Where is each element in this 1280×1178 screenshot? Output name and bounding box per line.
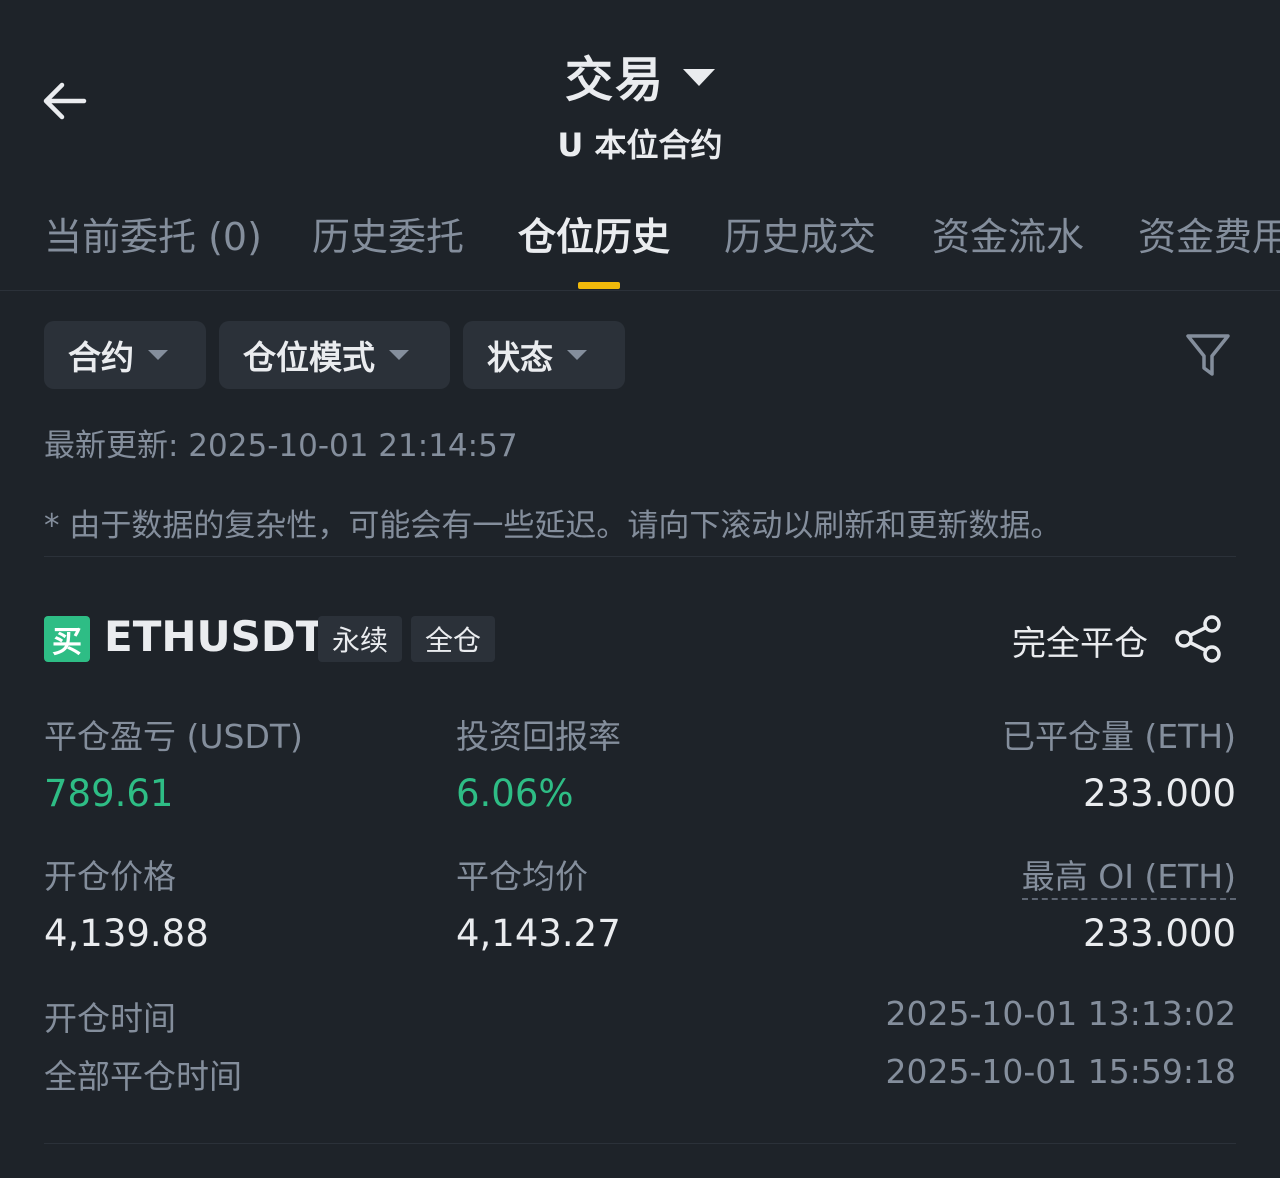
close-time-value: 2025-10-01 15:59:18 <box>885 1052 1236 1091</box>
max-open-interest-label[interactable]: 最高 OI (ETH) <box>1021 850 1236 900</box>
avg-close-price-value: 4,143.27 <box>456 912 621 955</box>
open-time-value: 2025-10-01 13:13:02 <box>885 994 1236 1033</box>
tab-bar: 当前委托 (0) 历史委托 仓位历史 历史成交 资金流水 资金费用 <box>0 196 1280 291</box>
data-delay-notice: * 由于数据的复杂性，可能会有一些延迟。请向下滚动以刷新和更新数据。 <box>44 508 1062 544</box>
roi-value: 6.06% <box>456 772 574 815</box>
margin-mode-tag: 全仓 <box>411 616 496 662</box>
symbol-name: ETHUSDT <box>104 612 325 661</box>
avg-close-price-label: 平仓均价 <box>456 857 588 896</box>
position-mode-filter-label: 仓位模式 <box>243 338 375 377</box>
tab-order-history[interactable]: 历史委托 <box>312 206 464 261</box>
filter-bar: 合约 仓位模式 状态 <box>0 321 1280 389</box>
title-dropdown[interactable]: 交易 <box>565 40 715 110</box>
status-filter-label: 状态 <box>487 338 553 377</box>
share-icon[interactable] <box>1172 612 1226 666</box>
contract-filter-dropdown[interactable]: 合约 <box>44 321 206 389</box>
close-time-label: 全部平仓时间 <box>44 1057 242 1096</box>
realized-pnl-label: 平仓盈亏 (USDT) <box>44 717 303 756</box>
page-title: 交易 <box>564 52 665 108</box>
roi-label: 投资回报率 <box>456 717 621 756</box>
entry-price-label: 开仓价格 <box>44 857 176 896</box>
realized-pnl-value: 789.61 <box>44 772 174 815</box>
page-subtitle: U 本位合约 <box>557 126 723 164</box>
caret-down-icon <box>567 350 587 360</box>
tab-transaction-history[interactable]: 资金流水 <box>932 206 1084 261</box>
closed-quantity-value: 233.000 <box>1082 772 1236 815</box>
contract-filter-label: 合约 <box>68 338 134 377</box>
last-updated-text: 最新更新: 2025-10-01 21:14:57 <box>44 428 518 464</box>
top-bar: 交易 U 本位合约 <box>0 0 1280 180</box>
entry-price-value: 4,139.88 <box>44 912 209 955</box>
closed-quantity-label: 已平仓量 (ETH) <box>1001 717 1236 756</box>
buy-side-badge: 买 <box>44 616 90 662</box>
perpetual-tag: 永续 <box>318 616 403 662</box>
active-tab-indicator <box>578 282 620 289</box>
caret-down-icon <box>148 350 168 360</box>
tab-open-orders[interactable]: 当前委托 (0) <box>44 206 262 261</box>
max-open-interest-value: 233.000 <box>1082 912 1236 955</box>
tab-trade-history[interactable]: 历史成交 <box>724 206 876 261</box>
close-all-label: 完全平仓 <box>1012 624 1148 664</box>
position-mode-filter-dropdown[interactable]: 仓位模式 <box>219 321 450 389</box>
tab-funding-fee[interactable]: 资金费用 <box>1138 206 1280 261</box>
open-time-label: 开仓时间 <box>44 999 176 1038</box>
caret-down-icon <box>683 68 715 86</box>
divider <box>44 556 1236 557</box>
divider <box>44 1143 1236 1144</box>
filter-icon[interactable] <box>1184 330 1232 380</box>
max-open-interest-label-text: 最高 OI (ETH) <box>1021 857 1236 900</box>
status-filter-dropdown[interactable]: 状态 <box>463 321 625 389</box>
caret-down-icon <box>389 350 409 360</box>
tab-position-history[interactable]: 仓位历史 <box>518 206 670 261</box>
title-block: 交易 U 本位合约 <box>0 40 1280 166</box>
